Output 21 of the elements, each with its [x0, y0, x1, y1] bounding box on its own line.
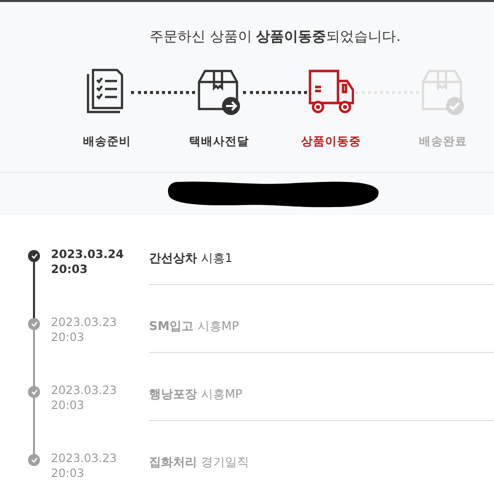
check-icon [30, 253, 38, 259]
check-icon [30, 389, 38, 395]
event-description: SM입고 시흥MP [149, 319, 239, 333]
event-date: 2023.03.23 [51, 451, 117, 466]
step-label: 상품이동중 [301, 134, 361, 149]
event-description: 행낭포장 시흥MP [149, 387, 242, 401]
event-time: 20:03 [51, 466, 84, 481]
event-date: 2023.03.23 [51, 315, 117, 330]
status-headline: 주문하신 상품이 상품이동중되었습니다. [148, 28, 402, 46]
event-time: 20:03 [51, 398, 84, 413]
step-label: 배송준비 [83, 134, 131, 149]
event-date: 2023.03.24 [51, 247, 124, 262]
event-description: 집화처리 경기일직 [149, 455, 249, 469]
event-time: 20:03 [51, 330, 84, 345]
event-date: 2023.03.23 [51, 383, 117, 398]
event-time: 20:03 [51, 262, 88, 277]
step-label: 택배사전달 [189, 134, 249, 149]
check-icon [30, 457, 38, 463]
step-label: 배송완료 [419, 134, 467, 149]
check-icon [30, 321, 38, 327]
event-description: 간선상차 시흥1 [149, 251, 232, 265]
